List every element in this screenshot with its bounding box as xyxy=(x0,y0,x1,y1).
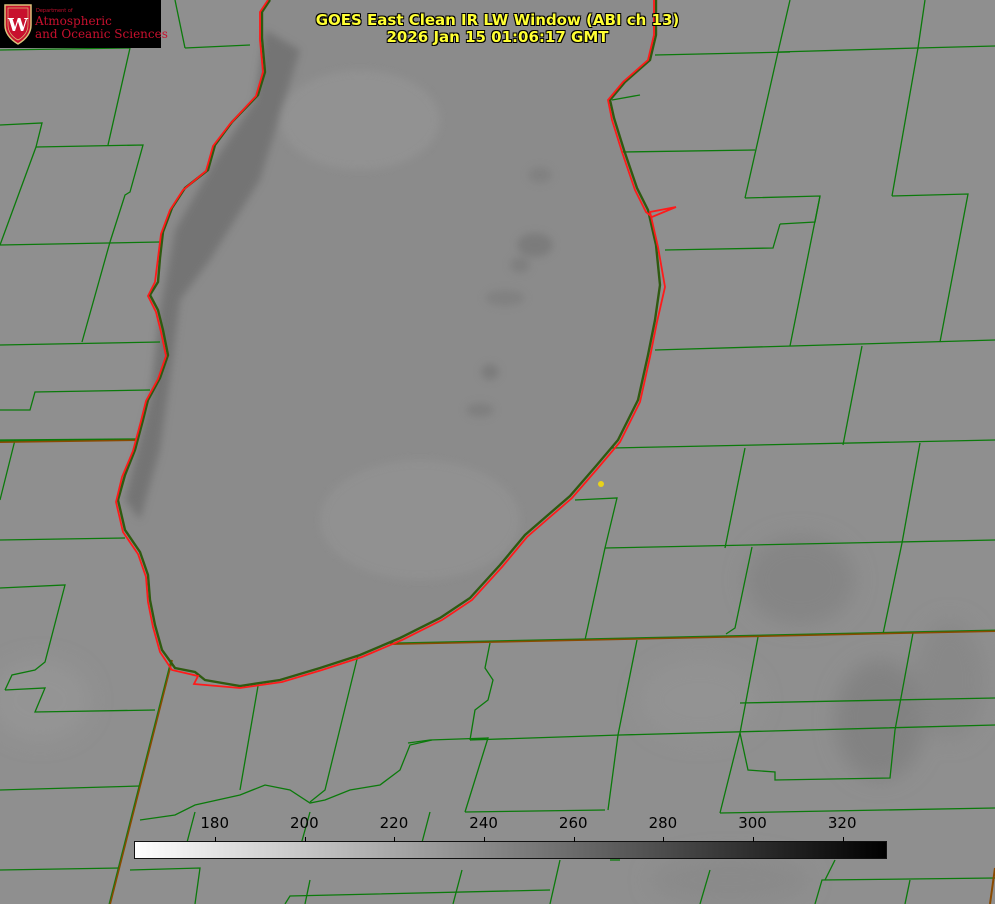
colorbar-tick xyxy=(753,837,755,842)
product-title: GOES East Clean IR LW Window (ABI ch 13) xyxy=(315,11,680,29)
product-timestamp: 2026 Jan 15 01:06:17 GMT xyxy=(386,28,609,46)
station-marker xyxy=(598,481,604,487)
colorbar xyxy=(134,837,887,859)
colorbar-tick-label: 260 xyxy=(558,814,588,832)
image-title: GOES East Clean IR LW Window (ABI ch 13)… xyxy=(0,12,995,46)
colorbar-tick-label: 300 xyxy=(738,814,767,832)
colorbar-tick-label: 200 xyxy=(289,814,319,832)
colorbar-tick xyxy=(484,837,486,842)
satellite-map-viewport[interactable]: W Department of Atmospheric and Oceanic … xyxy=(0,0,995,904)
colorbar-tick-label: 180 xyxy=(200,814,229,832)
colorbar-tick xyxy=(842,837,844,842)
colorbar-tick-label: 280 xyxy=(648,814,678,832)
colorbar-tick xyxy=(304,837,306,842)
colorbar-tick-label: 320 xyxy=(827,814,857,832)
colorbar-tick xyxy=(215,837,217,842)
satellite-map xyxy=(0,0,995,904)
colorbar-tick xyxy=(663,837,665,842)
colorbar-tick xyxy=(573,837,575,842)
colorbar-tick xyxy=(394,837,396,842)
colorbar-tick-label: 220 xyxy=(379,814,409,832)
colorbar-tick-label: 240 xyxy=(469,814,498,832)
